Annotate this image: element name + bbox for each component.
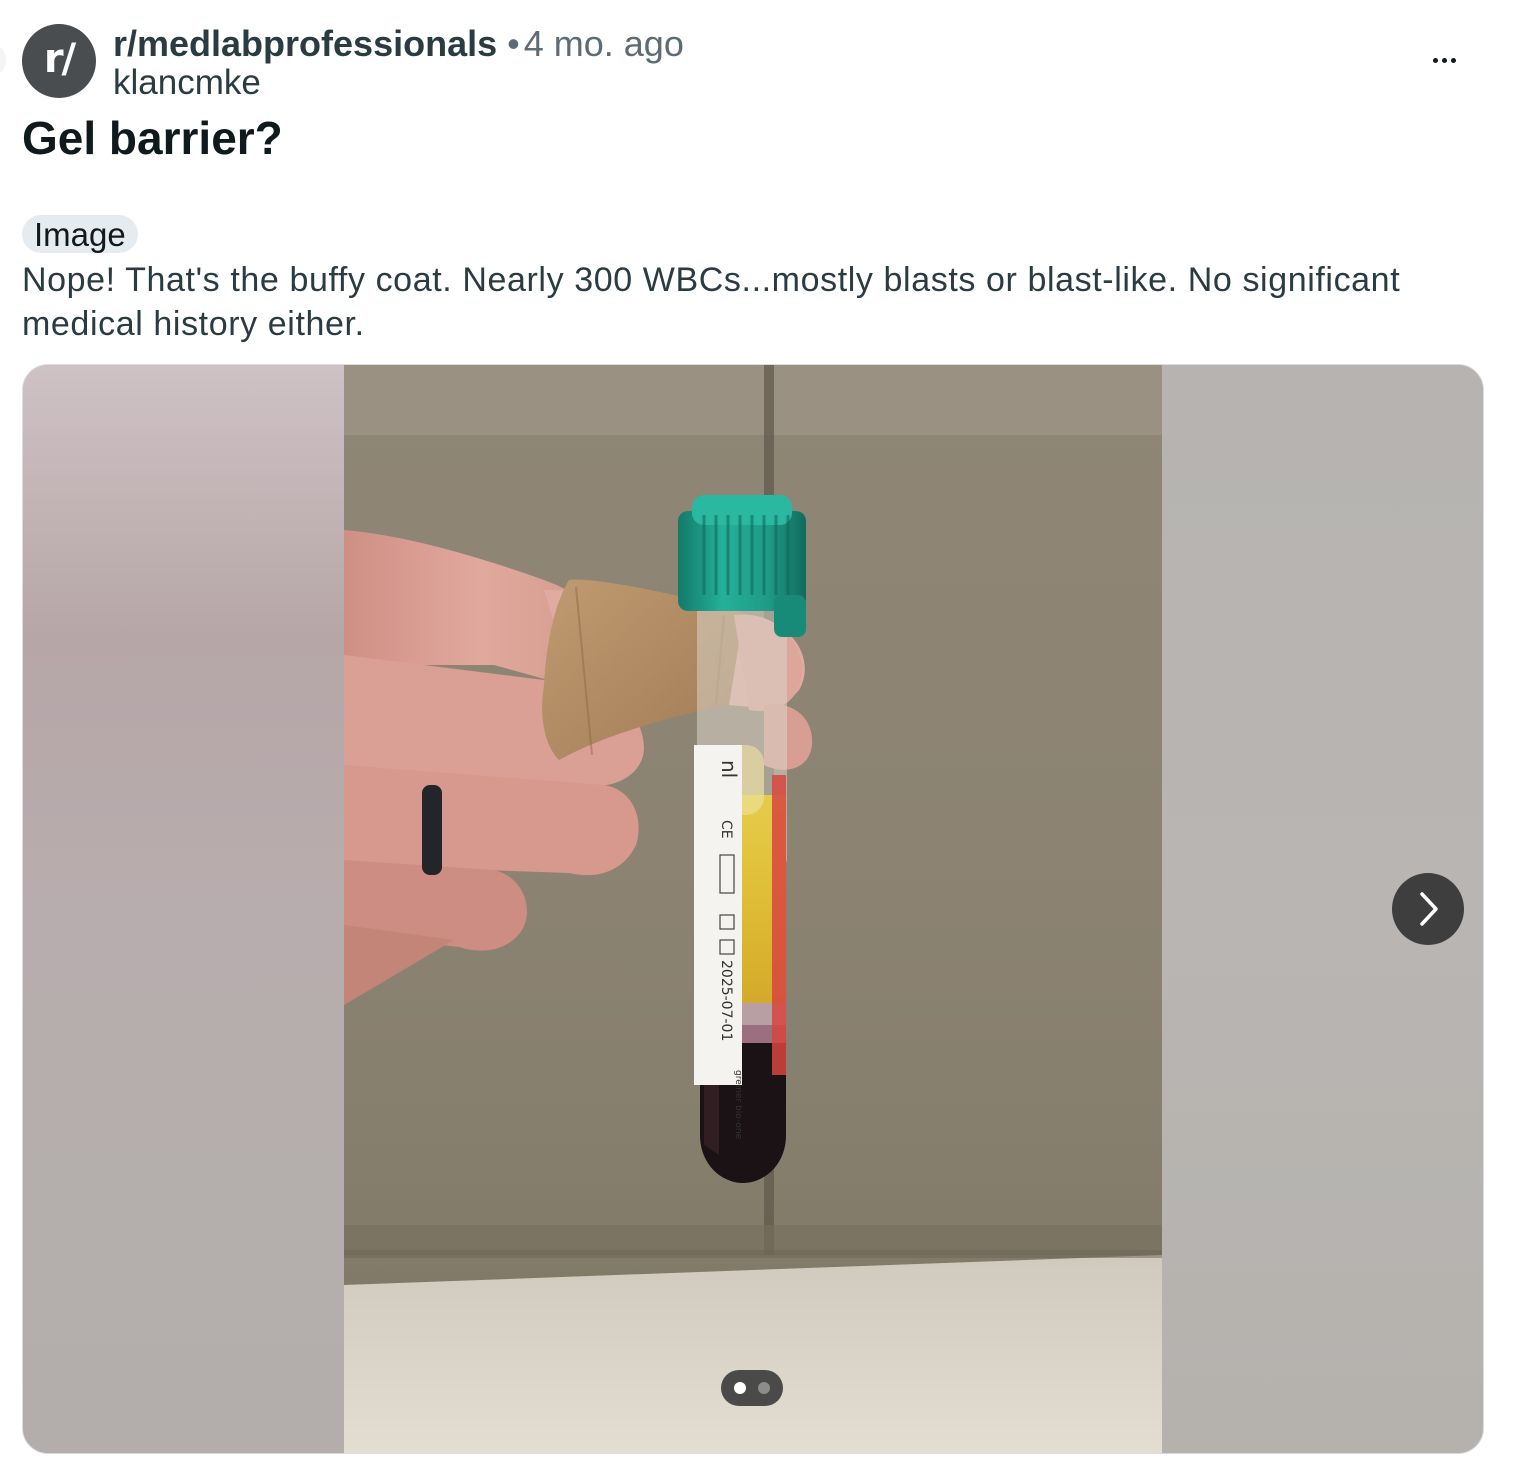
gallery-image[interactable]: nl CE 2025-07-01 greiner bio-one	[344, 365, 1162, 1453]
post-card: r/ r/medlabprofessionals • 4 mo. ago klanc…	[0, 0, 1514, 1484]
post-timestamp: 4 mo. ago	[523, 23, 684, 64]
gallery-pagination	[721, 1370, 783, 1406]
tube-label-volume: nl	[717, 760, 741, 778]
more-options-icon	[1432, 57, 1438, 63]
chevron-right-icon	[1420, 892, 1438, 926]
more-options-icon-dot	[1441, 57, 1447, 63]
post-meta-line: r/medlabprofessionals • 4 mo. ago	[113, 24, 684, 64]
tube-label-manufacturer: greiner bio-one	[733, 1070, 743, 1140]
pagination-dot[interactable]	[758, 1382, 770, 1394]
blood-tube-photo: nl CE 2025-07-01 greiner bio-one	[344, 365, 1162, 1453]
gallery-blur-background-left	[23, 365, 345, 1453]
subreddit-avatar[interactable]: r/	[22, 24, 96, 98]
tube-label-expiry: 2025-07-01	[718, 960, 734, 1041]
meta-separator: •	[507, 23, 520, 64]
post-title[interactable]: Gel barrier?	[22, 112, 283, 164]
left-edge-partial	[0, 42, 6, 78]
author-link[interactable]: klancmke	[113, 64, 684, 102]
image-gallery[interactable]: nl CE 2025-07-01 greiner bio-one	[22, 364, 1484, 1454]
post-body: Nope! That's the buffy coat. Nearly 300 …	[22, 261, 1401, 343]
subreddit-link[interactable]: r/medlabprofessionals	[113, 23, 497, 64]
gallery-next-button[interactable]	[1392, 873, 1464, 945]
pagination-dot-active[interactable]	[734, 1382, 746, 1394]
tube-label-ce: CE	[718, 820, 734, 839]
post-flair[interactable]: Image	[22, 215, 138, 253]
more-options-button[interactable]	[1414, 40, 1474, 80]
post-header: r/ r/medlabprofessionals • 4 mo. ago klanc…	[22, 24, 1474, 102]
post-meta: r/medlabprofessionals • 4 mo. ago klancmke	[113, 24, 684, 102]
subreddit-avatar-text: r/	[43, 36, 76, 82]
more-options-icon-dot	[1450, 57, 1456, 63]
